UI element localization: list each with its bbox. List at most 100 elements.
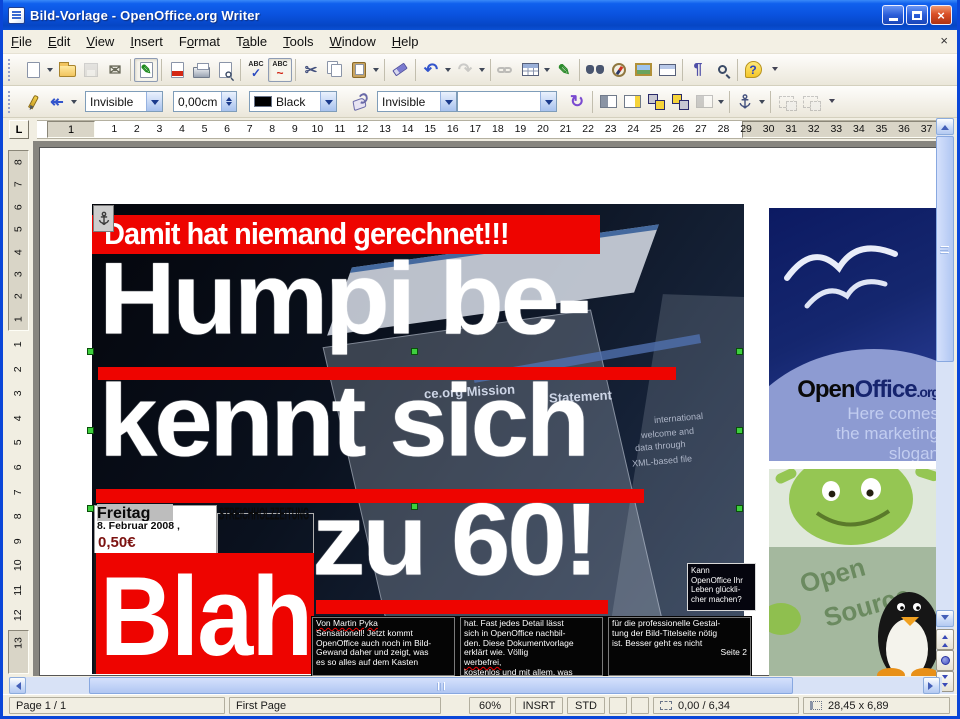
toolbar-overflow-icon[interactable] bbox=[769, 65, 781, 74]
scroll-left-button[interactable] bbox=[9, 677, 26, 694]
redo-dropdown-icon[interactable] bbox=[477, 59, 487, 81]
new-document-icon[interactable] bbox=[21, 58, 45, 82]
menu-item[interactable]: Table bbox=[228, 31, 275, 53]
previous-page-button[interactable] bbox=[936, 629, 954, 650]
gallery-icon[interactable] bbox=[631, 58, 655, 82]
spinner-arrows-icon[interactable] bbox=[221, 92, 236, 111]
article-column-3[interactable]: für die professionelle Gestal-tung der B… bbox=[608, 617, 751, 676]
draw-functions-icon[interactable]: ✎ bbox=[552, 58, 576, 82]
vertical-ruler[interactable]: 87654321 123456789101112 13 bbox=[6, 141, 33, 676]
formatting-marks-icon[interactable]: ¶ bbox=[686, 58, 710, 82]
fill-style-select[interactable]: Invisible bbox=[377, 91, 457, 112]
scroll-right-button[interactable] bbox=[923, 677, 940, 694]
menu-item[interactable]: File bbox=[3, 31, 40, 53]
status-zoom-level[interactable]: 60% bbox=[469, 697, 511, 714]
menu-item[interactable]: Format bbox=[171, 31, 228, 53]
copy-icon[interactable] bbox=[323, 58, 347, 82]
email-icon[interactable]: ✉ bbox=[103, 58, 127, 82]
headline-line2[interactable]: kennt sich bbox=[99, 372, 587, 470]
zoom-icon[interactable] bbox=[710, 58, 734, 82]
combo-arrow-icon[interactable] bbox=[146, 92, 162, 111]
toolbar-overflow-icon[interactable] bbox=[826, 97, 838, 106]
selection-handle[interactable] bbox=[411, 503, 418, 510]
menu-item[interactable]: Window bbox=[322, 31, 384, 53]
send-to-back-icon[interactable] bbox=[668, 90, 692, 114]
line-width-stepper[interactable]: 0,00cm bbox=[173, 91, 237, 112]
line-color-select[interactable]: Black bbox=[249, 91, 337, 112]
combo-arrow-icon[interactable] bbox=[540, 92, 556, 111]
anchor-dropdown-icon[interactable] bbox=[757, 91, 767, 113]
data-sources-icon[interactable] bbox=[655, 58, 679, 82]
horizontal-ruler[interactable]: L 1 123456789101112131415161718192021222… bbox=[3, 118, 944, 141]
menu-item[interactable]: Edit bbox=[40, 31, 78, 53]
selection-handle[interactable] bbox=[411, 348, 418, 355]
new-document-dropdown-icon[interactable] bbox=[45, 59, 55, 81]
undo-dropdown-icon[interactable] bbox=[443, 59, 453, 81]
paste-dropdown-icon[interactable] bbox=[371, 59, 381, 81]
scroll-up-button[interactable] bbox=[936, 118, 954, 135]
anchor-marker-icon[interactable] bbox=[93, 205, 114, 232]
menu-item[interactable]: Tools bbox=[275, 31, 321, 53]
hyperlink-icon[interactable] bbox=[494, 58, 518, 82]
selection-handle[interactable] bbox=[736, 348, 743, 355]
status-page-number[interactable]: Page 1 / 1 bbox=[9, 697, 225, 714]
dateline-frame[interactable]: Freitag 8. Februar 2008 , 0,50€ bbox=[94, 505, 217, 554]
rotate-icon[interactable]: ↻ bbox=[565, 90, 589, 114]
navigator-icon[interactable] bbox=[607, 58, 631, 82]
close-document-button[interactable]: × bbox=[940, 34, 948, 48]
status-selection-mode[interactable]: STD bbox=[567, 697, 605, 714]
spellcheck-icon[interactable]: ABC✓ bbox=[244, 58, 268, 82]
combo-arrow-icon[interactable] bbox=[440, 92, 456, 111]
edit-file-icon[interactable]: ✎ bbox=[134, 58, 158, 82]
ruler-strip[interactable]: 1 12345678910111213141516171819202122232… bbox=[37, 120, 944, 139]
toolbar-drag-handle[interactable] bbox=[8, 59, 16, 81]
navigation-button[interactable] bbox=[936, 650, 954, 671]
horizontal-scrollbar[interactable] bbox=[9, 677, 942, 694]
horizontal-scrollbar-thumb[interactable] bbox=[89, 677, 793, 694]
bring-to-front-icon[interactable] bbox=[644, 90, 668, 114]
group-icon[interactable] bbox=[774, 90, 798, 114]
minimize-button[interactable] bbox=[882, 5, 904, 25]
line-style-select[interactable]: Invisible bbox=[85, 91, 163, 112]
document-page[interactable]: ce.org Mission Statement international w… bbox=[39, 147, 944, 676]
insert-table-icon[interactable] bbox=[518, 58, 542, 82]
teaser-box-frame[interactable]: KannOpenOffice IhrLeben glückli-cher mac… bbox=[687, 563, 756, 611]
selection-handle[interactable] bbox=[736, 505, 743, 512]
headline-line3[interactable]: zu 60! bbox=[312, 491, 596, 589]
anchor-icon[interactable] bbox=[733, 90, 757, 114]
help-icon[interactable]: ? bbox=[741, 58, 765, 82]
background-color-icon[interactable] bbox=[347, 90, 371, 114]
ungroup-icon[interactable] bbox=[798, 90, 822, 114]
paste-icon[interactable] bbox=[347, 58, 371, 82]
find-replace-icon[interactable] bbox=[583, 58, 607, 82]
headline-line1[interactable]: Humpi be- bbox=[99, 250, 589, 348]
vertical-scrollbar[interactable] bbox=[936, 118, 954, 694]
vertical-scrollbar-thumb[interactable] bbox=[936, 136, 954, 362]
article-strip-frame[interactable]: Von Martin Pyka Sensationell! Jetzt komm… bbox=[311, 616, 752, 676]
status-insert-mode[interactable]: INSRT bbox=[515, 697, 563, 714]
format-paintbrush-icon[interactable] bbox=[388, 58, 412, 82]
undo-icon[interactable]: ↶ bbox=[419, 58, 443, 82]
masthead-subtitle[interactable]: STREICHHOLZZEITUNG bbox=[219, 503, 309, 523]
selection-handle[interactable] bbox=[87, 427, 94, 434]
export-pdf-icon[interactable] bbox=[165, 58, 189, 82]
document-canvas[interactable]: ce.org Mission Statement international w… bbox=[33, 141, 944, 676]
tab-stop-selector[interactable]: L bbox=[9, 120, 29, 139]
alignment-icon[interactable] bbox=[692, 90, 716, 114]
article-column-2[interactable]: hat. Fast jedes Detail lässtsich in Open… bbox=[460, 617, 603, 676]
alignment-dropdown-icon[interactable] bbox=[716, 91, 726, 113]
cut-icon[interactable]: ✂ bbox=[299, 58, 323, 82]
pen-icon[interactable] bbox=[21, 90, 45, 114]
masthead-logo-frame[interactable]: Blah bbox=[94, 553, 314, 674]
page-preview-icon[interactable] bbox=[213, 58, 237, 82]
status-page-style[interactable]: First Page bbox=[229, 697, 441, 714]
shrek-open-source-image[interactable]: Open Source bbox=[769, 469, 944, 676]
article-column-1[interactable]: Von Martin Pyka Sensationell! Jetzt komm… bbox=[312, 617, 455, 676]
wrap-left-icon[interactable] bbox=[596, 90, 620, 114]
combo-arrow-icon[interactable] bbox=[320, 92, 336, 111]
insert-table-dropdown-icon[interactable] bbox=[542, 59, 552, 81]
toolbar-drag-handle[interactable] bbox=[8, 91, 16, 113]
openoffice-ad-image[interactable]: OpenOffice.org Here comesthe marketingsl… bbox=[769, 208, 944, 461]
open-icon[interactable] bbox=[55, 58, 79, 82]
menu-item[interactable]: Help bbox=[384, 31, 427, 53]
